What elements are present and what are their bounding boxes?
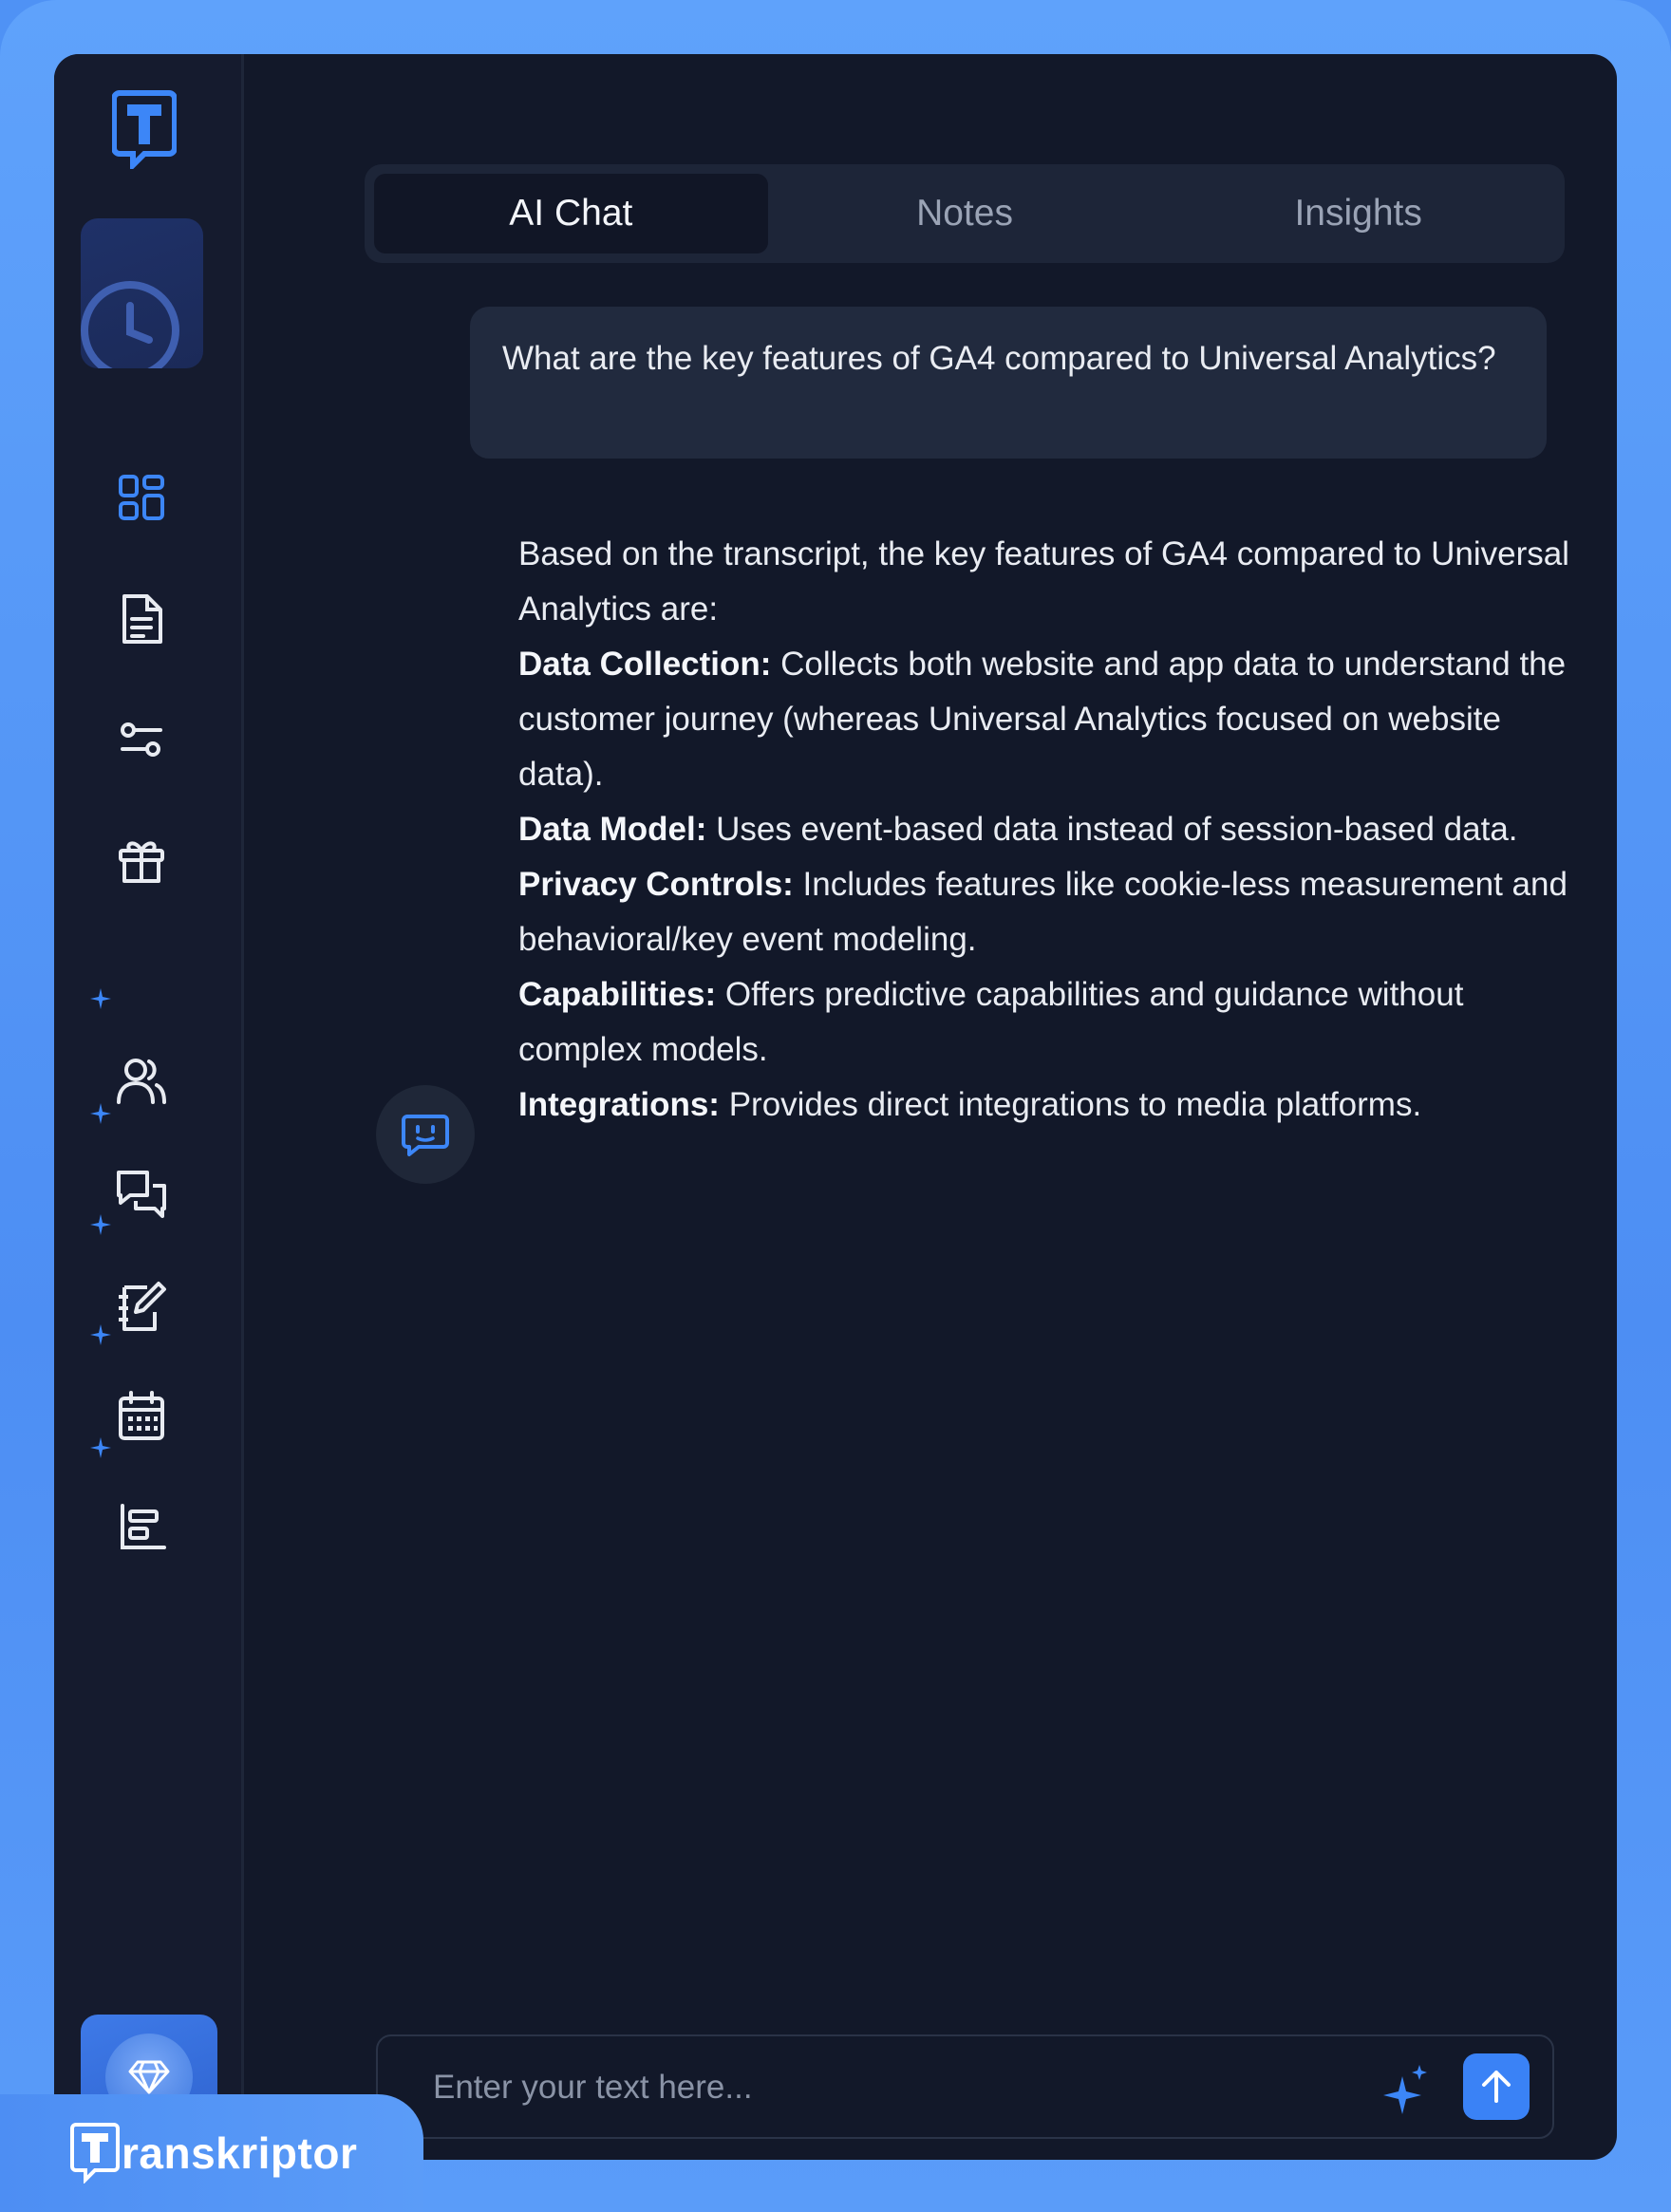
app-window: AI Chat Notes Insights What are the key … bbox=[54, 54, 1617, 2160]
bot-chat-icon bbox=[402, 1115, 449, 1156]
arrow-up-icon bbox=[1482, 2071, 1511, 2103]
chart-ai-icon[interactable] bbox=[111, 1496, 172, 1557]
list-item: Data Collection: Collects both website a… bbox=[518, 637, 1572, 802]
list-item: Capabilities: Offers predictive capabili… bbox=[518, 967, 1572, 1078]
ai-sparkle-icon bbox=[90, 1324, 111, 1345]
list-item: Integrations: Provides direct integratio… bbox=[518, 1078, 1572, 1133]
tab-insights[interactable]: Insights bbox=[1161, 174, 1555, 253]
item-label: Data Model: bbox=[518, 811, 707, 848]
list-item: Privacy Controls: Includes features like… bbox=[518, 857, 1572, 967]
dashboard-icon[interactable] bbox=[111, 467, 172, 528]
calendar-ai-icon[interactable] bbox=[111, 1386, 172, 1447]
chat-ai-icon[interactable] bbox=[111, 1164, 172, 1225]
ai-sparkle-icon bbox=[90, 1437, 111, 1458]
notes-ai-icon[interactable] bbox=[111, 1276, 172, 1337]
tab-notes[interactable]: Notes bbox=[768, 174, 1162, 253]
ai-sparkle-icon bbox=[90, 988, 111, 1009]
item-label: Privacy Controls: bbox=[518, 866, 794, 903]
view-tabs: AI Chat Notes Insights bbox=[365, 164, 1565, 263]
document-icon[interactable] bbox=[111, 589, 172, 649]
ai-sparkle-icon[interactable] bbox=[1381, 2063, 1431, 2116]
sidebar bbox=[54, 54, 244, 2160]
clock-icon bbox=[81, 281, 179, 368]
user-message-bubble: What are the key features of GA4 compare… bbox=[470, 307, 1547, 459]
item-text: Provides direct integrations to media pl… bbox=[728, 1086, 1422, 1123]
ai-sparkle-icon bbox=[90, 1214, 111, 1235]
list-item: Data Model: Uses event-based data instea… bbox=[518, 802, 1572, 857]
item-label: Data Collection: bbox=[518, 646, 772, 683]
item-text: Uses event-based data instead of session… bbox=[716, 811, 1518, 848]
message-input[interactable] bbox=[433, 2061, 1344, 2114]
item-label: Capabilities: bbox=[518, 976, 717, 1013]
assistant-avatar bbox=[376, 1085, 475, 1184]
users-ai-icon[interactable] bbox=[111, 1051, 172, 1112]
message-composer bbox=[376, 2034, 1554, 2139]
brand-watermark: ranskriptor bbox=[0, 2094, 423, 2212]
tab-ai-chat[interactable]: AI Chat bbox=[374, 174, 768, 253]
item-label: Integrations: bbox=[518, 1086, 720, 1123]
app-logo-icon[interactable] bbox=[111, 89, 178, 173]
history-button[interactable] bbox=[81, 218, 203, 368]
ai-sparkle-icon bbox=[90, 1103, 111, 1124]
settings-sliders-icon[interactable] bbox=[111, 709, 172, 770]
brand-name: ranskriptor bbox=[122, 2128, 358, 2178]
assistant-message: Based on the transcript, the key feature… bbox=[518, 527, 1572, 1133]
brand-logo-icon bbox=[70, 2123, 120, 2184]
send-button[interactable] bbox=[1463, 2053, 1530, 2120]
gift-icon[interactable] bbox=[111, 830, 172, 890]
assistant-intro: Based on the transcript, the key feature… bbox=[518, 535, 1569, 628]
